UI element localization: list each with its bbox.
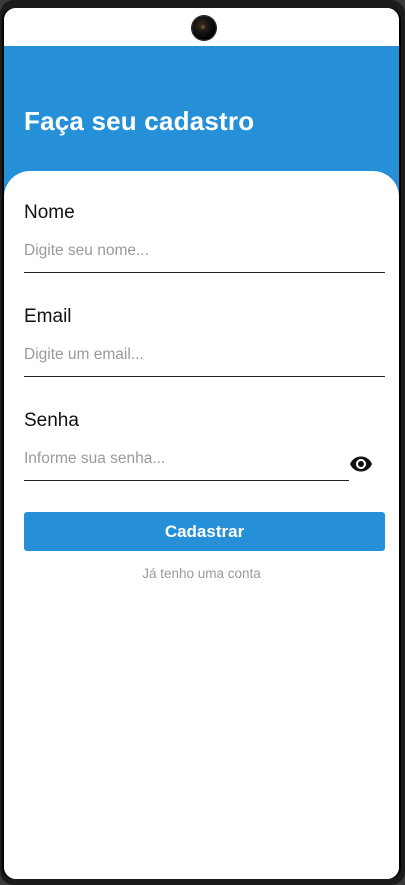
email-label: Email	[24, 306, 72, 327]
app-screen: Faça seu cadastro Nome Email Senha Cadas…	[4, 8, 399, 879]
status-bar	[4, 8, 399, 46]
device-frame: Faça seu cadastro Nome Email Senha Cadas…	[0, 0, 405, 885]
login-link[interactable]: Já tenho uma conta	[4, 566, 399, 581]
eye-icon[interactable]	[349, 452, 373, 476]
device-bezel: Faça seu cadastro Nome Email Senha Cadas…	[2, 8, 401, 879]
name-label: Nome	[24, 202, 75, 223]
register-button[interactable]: Cadastrar	[24, 512, 385, 551]
email-input[interactable]	[24, 340, 385, 377]
password-input[interactable]	[24, 444, 349, 481]
page-title: Faça seu cadastro	[24, 106, 255, 136]
name-input[interactable]	[24, 236, 385, 273]
front-camera	[192, 16, 216, 40]
password-label: Senha	[24, 410, 79, 431]
